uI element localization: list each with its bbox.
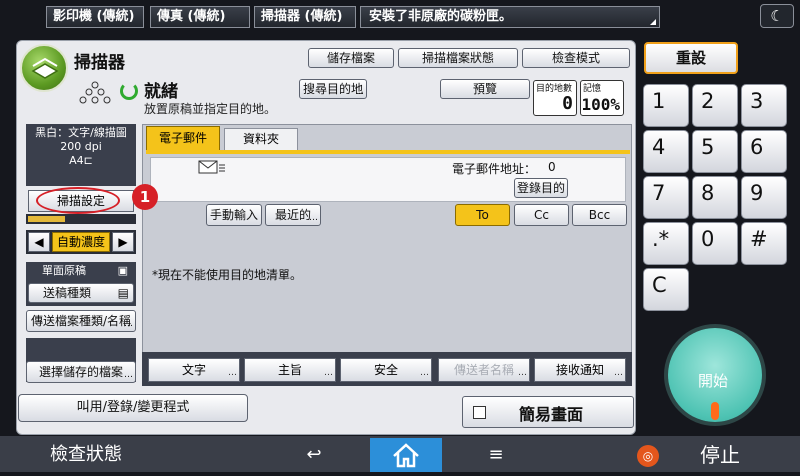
search-destination-button[interactable]: 搜尋目的地 <box>299 79 367 101</box>
simple-screen-checkbox[interactable] <box>473 406 486 419</box>
density-decrease-icon[interactable]: ◀ <box>28 232 50 252</box>
scanner-logo-icon <box>20 44 68 92</box>
email-address-label: 電子郵件地址： <box>452 162 537 176</box>
portrait-icon: ⊏ <box>83 154 93 167</box>
recent-button[interactable]: 最近的 <box>265 204 321 228</box>
stop-icon: ◎ <box>637 445 659 467</box>
tab-fax[interactable]: 傳真 (傳統) <box>150 6 250 28</box>
call-register-program-button[interactable]: 叫用/登錄/變更程式 <box>18 394 248 422</box>
density-indicator <box>26 214 136 224</box>
file-type-name-button[interactable]: 傳送檔案種類/名稱 <box>26 310 136 334</box>
preview-button[interactable]: 預覽 <box>440 79 530 99</box>
cc-button[interactable]: Cc <box>514 204 569 226</box>
key-2[interactable]: 2 <box>692 84 738 127</box>
reset-button[interactable]: 重設 <box>644 42 738 74</box>
active-tab-strip <box>146 150 630 154</box>
simplex-original[interactable]: 單面原稿 ▣ <box>28 264 134 278</box>
home-button[interactable] <box>370 438 442 472</box>
security-tab[interactable]: 安全 <box>340 358 432 384</box>
simple-screen-toggle[interactable]: 簡易畫面 <box>462 396 634 428</box>
email-icon <box>198 160 225 174</box>
select-stored-file-button[interactable]: 選擇儲存的檔案 <box>26 361 136 385</box>
system-message[interactable]: 安裝了非原廠的碳粉匣。 <box>360 6 660 28</box>
simple-screen-label: 簡易畫面 <box>519 405 584 424</box>
key-8[interactable]: 8 <box>692 176 738 219</box>
subject-tab[interactable]: 主旨 <box>244 358 336 384</box>
message-text: 安裝了非原廠的碳粉匣。 <box>369 9 513 24</box>
key-7[interactable]: 7 <box>643 176 689 219</box>
auto-density-button[interactable]: 自動濃度 <box>52 232 110 252</box>
tab-scanner[interactable]: 掃描器 (傳統) <box>254 6 356 28</box>
manual-entry-button[interactable]: 手動輸入 <box>206 204 262 226</box>
scan-settings-summary: 黑白：文字/線描圖 200 dpi A4⊏ <box>26 124 136 186</box>
stored-file-button[interactable]: 儲存檔案 <box>308 48 394 68</box>
moon-icon[interactable]: ☾ <box>760 4 794 28</box>
memory-counter: 記憶 100% <box>580 80 624 116</box>
key-0[interactable]: 0 <box>692 222 738 265</box>
key-hash[interactable]: # <box>741 222 787 265</box>
top-bar: 影印機 (傳統) 傳真 (傳統) 掃描器 (傳統) 安裝了非原廠的碳粉匣。 ☾ <box>0 0 800 33</box>
sender-name-tab[interactable]: 傳送者名稱 <box>438 358 530 384</box>
key-9[interactable]: 9 <box>741 176 787 219</box>
key-1[interactable]: 1 <box>643 84 689 127</box>
expand-icon <box>650 19 656 25</box>
start-label: 開始 <box>698 372 729 390</box>
key-clear[interactable]: C <box>643 268 689 311</box>
single-side-icon: ▣ <box>117 264 128 277</box>
text-tab[interactable]: 文字 <box>148 358 240 384</box>
resolution: 200 dpi <box>60 140 102 153</box>
ready-status: 就緒 <box>144 82 178 102</box>
memory-value: 100% <box>581 95 620 114</box>
highlight-ring <box>36 187 120 214</box>
density-level <box>28 216 65 222</box>
file-status-button[interactable]: 掃描檔案狀態 <box>398 48 518 68</box>
status-instruction: 放置原稿並指定目的地。 <box>144 102 277 116</box>
to-button[interactable]: To <box>455 204 510 226</box>
check-status-button[interactable]: 檢查狀態 <box>0 438 172 472</box>
page-title: 掃描器 <box>74 53 125 73</box>
status-dots-icon <box>79 81 111 104</box>
home-icon <box>393 443 419 468</box>
key-4[interactable]: 4 <box>643 130 689 173</box>
stop-button[interactable]: 停止 <box>700 438 740 472</box>
bcc-button[interactable]: Bcc <box>572 204 627 226</box>
original-type-button[interactable]: 送稿種類 ▤ <box>28 283 134 303</box>
email-address-count: 0 <box>548 160 556 174</box>
color-mode: 黑白：文字/線描圖 <box>35 126 127 139</box>
key-5[interactable]: 5 <box>692 130 738 173</box>
menu-icon[interactable]: ≡ <box>472 438 520 472</box>
key-3[interactable]: 3 <box>741 84 787 127</box>
memory-label: 記憶 <box>583 84 602 94</box>
back-icon[interactable]: ↩ <box>290 438 338 472</box>
tab-copier[interactable]: 影印機 (傳統) <box>46 6 144 28</box>
receive-notify-tab[interactable]: 接收通知 <box>534 358 626 384</box>
step-badge: 1 <box>132 184 158 210</box>
start-led-icon <box>711 402 719 420</box>
density-increase-icon[interactable]: ▶ <box>112 232 134 252</box>
key-dot-star[interactable]: .* <box>643 222 689 265</box>
tab-folder[interactable]: 資料夾 <box>224 128 298 150</box>
destination-list-note: *現在不能使用目的地清單。 <box>152 268 303 282</box>
destination-count: 0 <box>562 93 573 114</box>
check-mode-button[interactable]: 檢查模式 <box>522 48 630 68</box>
register-destination-button[interactable]: 登錄目的 <box>514 178 568 198</box>
tab-email[interactable]: 電子郵件 <box>146 126 220 150</box>
ready-status-icon <box>120 82 138 100</box>
original-type-icon: ▤ <box>117 286 129 300</box>
paper-size: A4⊏ <box>69 154 93 167</box>
destination-counter: 目的地數 0 <box>533 80 577 116</box>
key-6[interactable]: 6 <box>741 130 787 173</box>
